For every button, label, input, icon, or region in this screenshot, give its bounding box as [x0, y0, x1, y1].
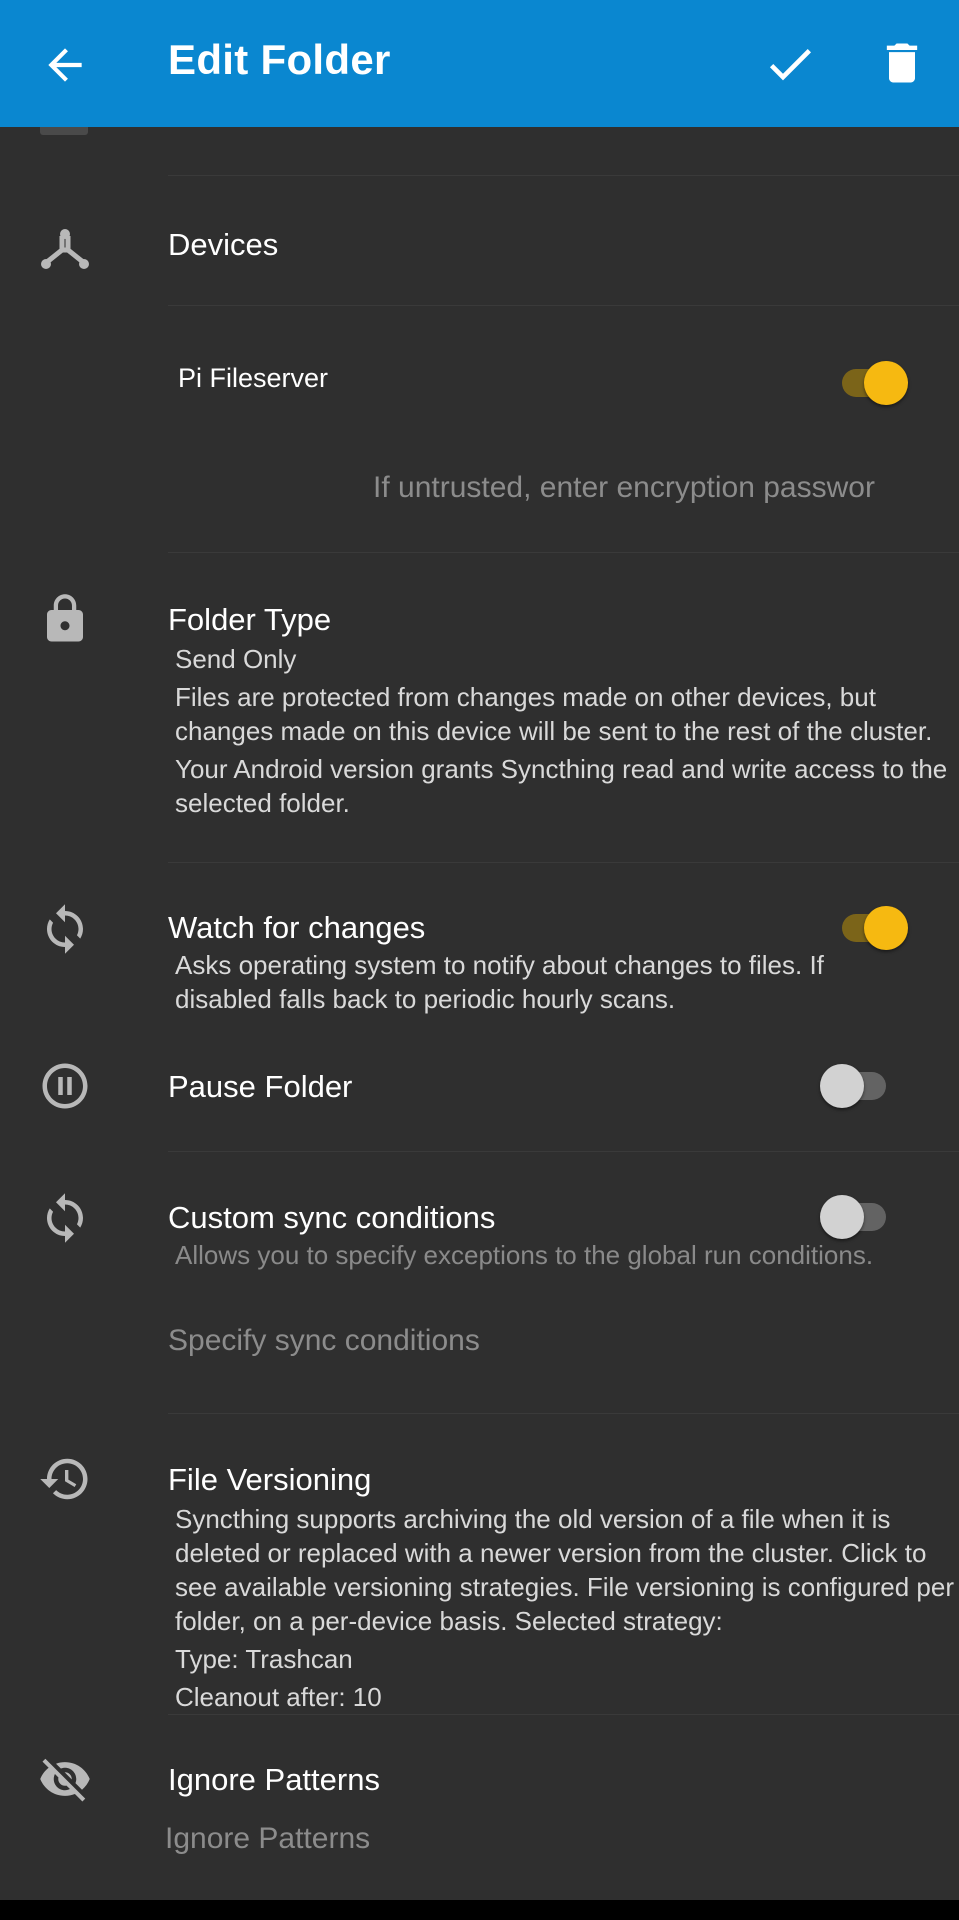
devices-label: Devices — [168, 227, 279, 262]
divider — [168, 862, 959, 863]
pause-folder-label: Pause Folder — [168, 1069, 353, 1104]
custom-sync-toggle[interactable] — [820, 1191, 892, 1243]
folder-type-label: Folder Type — [168, 602, 332, 637]
sync-icon — [38, 1191, 92, 1245]
history-icon — [38, 1452, 92, 1506]
save-button[interactable] — [762, 36, 818, 92]
ignore-patterns-label: Ignore Patterns — [168, 1762, 380, 1797]
previous-item-icon-remnant — [40, 127, 88, 135]
divider — [168, 1714, 959, 1715]
file-versioning-description: Syncthing supports archiving the old ver… — [175, 1504, 954, 1636]
file-versioning-label: File Versioning — [168, 1462, 372, 1497]
app-bar: Edit Folder — [0, 0, 959, 127]
divider — [168, 1413, 959, 1414]
encryption-password-field[interactable]: If untrusted, enter encryption passwor — [373, 471, 921, 505]
folder-type-description: Files are protected from changes made on… — [175, 682, 933, 746]
back-button[interactable] — [40, 40, 90, 90]
check-icon — [769, 49, 811, 81]
watch-for-changes-description: Asks operating system to notify about ch… — [175, 950, 824, 1014]
specify-sync-conditions-link[interactable]: Specify sync conditions — [168, 1324, 480, 1358]
file-versioning-setting[interactable]: File Versioning Syncthing supports archi… — [168, 1462, 959, 1714]
divider — [168, 305, 959, 306]
custom-sync-description: Allows you to specify exceptions to the … — [175, 1240, 874, 1270]
delete-button[interactable] — [876, 36, 928, 90]
arrow-left-icon — [48, 48, 82, 82]
settings-list: Devices Pi Fileserver If untrusted, ente… — [0, 127, 959, 1900]
file-versioning-type: Type: Trashcan — [175, 1644, 353, 1674]
pause-circle-icon — [38, 1059, 92, 1113]
eye-off-icon — [38, 1752, 92, 1806]
file-versioning-cleanout: Cleanout after: 10 — [175, 1682, 382, 1712]
folder-type-note: Your Android version grants Syncthing re… — [175, 754, 948, 818]
device-row[interactable]: Pi Fileserver — [168, 347, 928, 437]
watch-for-changes-toggle[interactable] — [836, 902, 908, 954]
divider — [168, 1151, 959, 1152]
folder-type-value: Send Only — [175, 644, 297, 674]
devices-icon — [38, 222, 92, 276]
divider — [168, 552, 959, 553]
sync-icon — [38, 902, 92, 956]
page-title: Edit Folder — [168, 36, 391, 83]
device-share-toggle[interactable] — [836, 357, 908, 409]
device-name: Pi Fileserver — [178, 363, 329, 393]
ignore-patterns-link[interactable]: Ignore Patterns — [165, 1822, 370, 1856]
trash-icon — [886, 43, 918, 83]
pause-folder-toggle[interactable] — [820, 1060, 892, 1112]
system-navigation-bar — [0, 1900, 959, 1920]
folder-type-setting[interactable]: Folder Type Send Only Files are protecte… — [168, 602, 953, 820]
lock-icon — [38, 592, 92, 646]
divider — [168, 175, 959, 176]
